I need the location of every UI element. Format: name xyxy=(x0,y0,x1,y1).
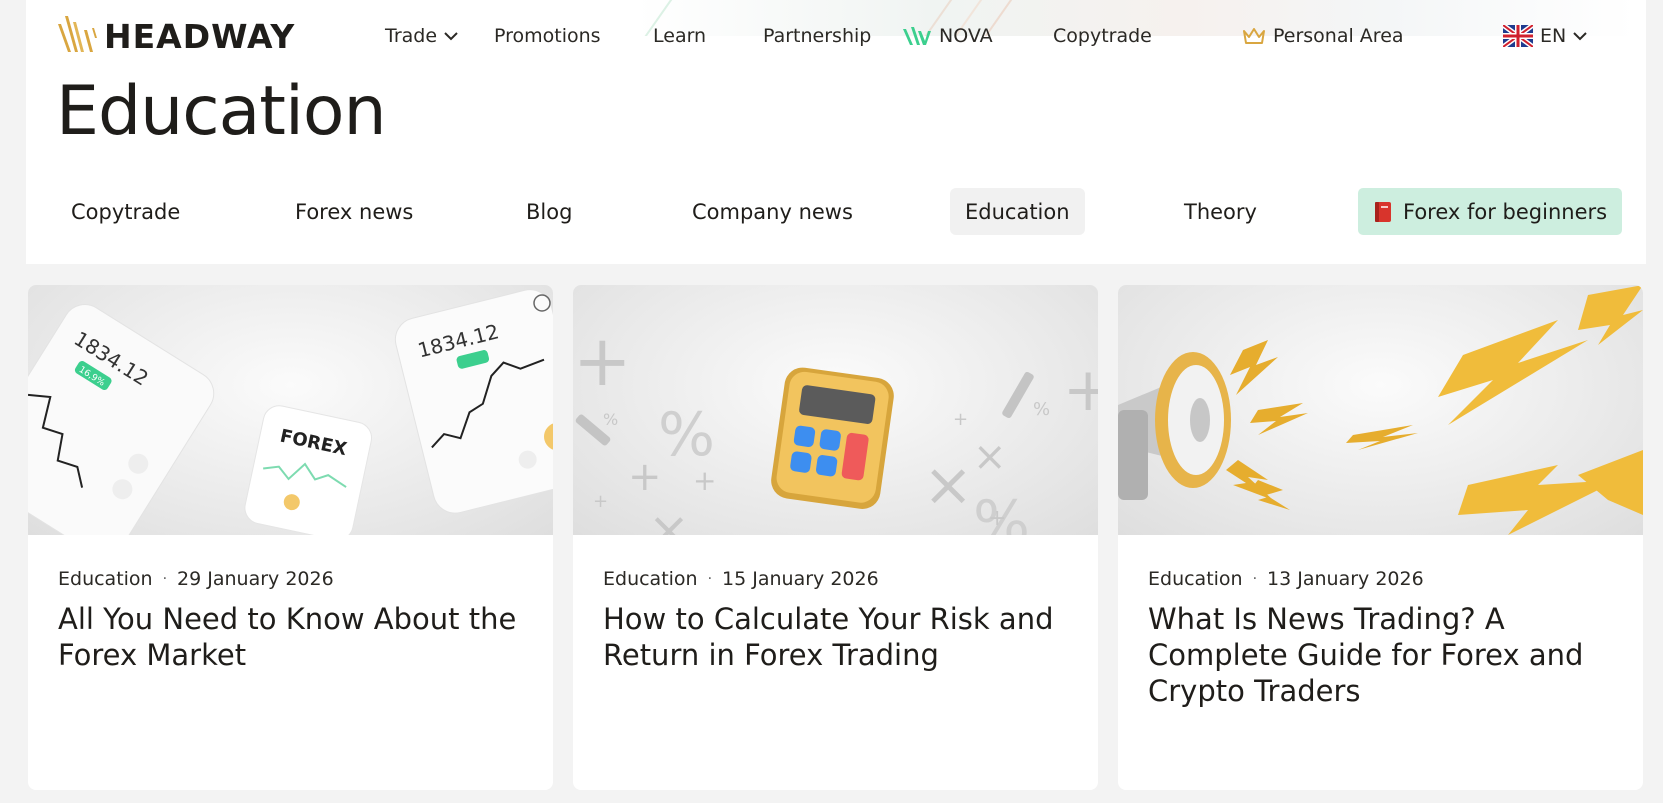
tab-company-news[interactable]: Company news xyxy=(677,188,868,235)
svg-text:%: % xyxy=(1033,399,1050,420)
tab-label: Forex news xyxy=(295,199,414,224)
tab-theory[interactable]: Theory xyxy=(1169,188,1272,235)
nav-nova-label: NOVA xyxy=(939,25,993,47)
nav-promotions-label: Promotions xyxy=(494,25,601,47)
meta-separator: · xyxy=(162,571,168,587)
article-date: 13 January 2026 xyxy=(1267,568,1424,590)
svg-text:+: + xyxy=(953,409,968,430)
article-category: Education xyxy=(1148,568,1243,590)
svg-text:%: % xyxy=(603,410,618,429)
svg-text:%: % xyxy=(658,400,715,470)
article-meta: Education · 15 January 2026 xyxy=(603,568,879,590)
nav-partnership-label: Partnership xyxy=(763,25,872,47)
tab-education[interactable]: Education xyxy=(950,188,1085,235)
article-title[interactable]: How to Calculate Your Risk and Return in… xyxy=(603,601,1073,673)
meta-separator: · xyxy=(707,571,713,587)
article-date: 29 January 2026 xyxy=(177,568,334,590)
article-meta: Education · 13 January 2026 xyxy=(1148,568,1424,590)
chevron-down-icon xyxy=(1573,31,1587,40)
article-title[interactable]: What Is News Trading? A Complete Guide f… xyxy=(1148,601,1618,709)
meta-separator: · xyxy=(1252,571,1258,587)
article-card[interactable]: Education · 13 January 2026 What Is News… xyxy=(1118,285,1643,790)
uk-flag-icon xyxy=(1503,25,1533,47)
article-meta: Education · 29 January 2026 xyxy=(58,568,334,590)
personal-area-label: Personal Area xyxy=(1273,25,1404,47)
tab-label: Forex for beginners xyxy=(1403,199,1608,224)
logo-text: HEADWAY xyxy=(104,16,296,56)
svg-text:+: + xyxy=(593,491,608,512)
tab-forex-news[interactable]: Forex news xyxy=(280,188,428,235)
nav-partnership[interactable]: Partnership xyxy=(763,25,871,47)
tab-label: Company news xyxy=(692,199,853,224)
svg-text:+: + xyxy=(573,320,632,402)
nav-promotions[interactable]: Promotions xyxy=(494,25,601,47)
article-title[interactable]: All You Need to Know About the Forex Mar… xyxy=(58,601,528,673)
tab-copytrade[interactable]: Copytrade xyxy=(56,188,195,235)
tab-label: Copytrade xyxy=(71,199,181,224)
article-image-news-trading xyxy=(1118,285,1643,535)
nova-logo-icon xyxy=(903,27,931,45)
headway-logo-icon xyxy=(58,16,97,52)
svg-text:×: × xyxy=(923,450,973,520)
svg-text:×: × xyxy=(648,501,690,535)
nav-trade[interactable]: Trade xyxy=(385,25,458,47)
tab-forex-for-beginners[interactable]: Forex for beginners xyxy=(1358,188,1623,235)
nav-learn[interactable]: Learn xyxy=(653,25,706,47)
svg-text:+: + xyxy=(628,454,662,500)
article-image-risk-return: + % % + + + × × × % + + % + xyxy=(573,285,1098,535)
language-selector[interactable]: EN xyxy=(1503,25,1587,47)
page-title: Education xyxy=(56,72,387,151)
article-category: Education xyxy=(603,568,698,590)
nav-copytrade-label: Copytrade xyxy=(1053,25,1152,47)
headway-logo[interactable]: HEADWAY xyxy=(56,10,295,54)
personal-area-link[interactable]: Personal Area xyxy=(1242,25,1404,47)
nav-trade-label: Trade xyxy=(385,25,438,47)
article-card[interactable]: + % % + + + × × × % + + % + Education · … xyxy=(573,285,1098,790)
category-tabs: Copytrade Forex news Blog Company news E… xyxy=(0,188,1663,236)
article-date: 15 January 2026 xyxy=(722,568,879,590)
top-navigation: HEADWAY Trade Promotions Learn Partnersh… xyxy=(0,0,1663,76)
article-card[interactable]: 1834.12 16,9% FOREX 1834.12 Education · … xyxy=(28,285,553,790)
svg-text:+: + xyxy=(693,464,716,497)
tab-label: Theory xyxy=(1184,199,1257,224)
language-label: EN xyxy=(1540,25,1567,47)
svg-text:×: × xyxy=(973,434,1007,480)
book-icon xyxy=(1375,201,1391,222)
crown-icon xyxy=(1243,28,1265,44)
tab-blog[interactable]: Blog xyxy=(511,188,587,235)
svg-text:+: + xyxy=(1063,355,1098,425)
article-category: Education xyxy=(58,568,153,590)
nav-learn-label: Learn xyxy=(653,25,707,47)
article-image-forex-market: 1834.12 16,9% FOREX 1834.12 xyxy=(28,285,553,535)
tab-label: Blog xyxy=(526,199,573,224)
nav-copytrade[interactable]: Copytrade xyxy=(1053,25,1152,47)
tab-label: Education xyxy=(965,199,1070,224)
chevron-down-icon xyxy=(444,31,458,40)
svg-text:+: + xyxy=(988,506,1006,531)
nav-nova[interactable]: NOVA xyxy=(902,25,993,47)
